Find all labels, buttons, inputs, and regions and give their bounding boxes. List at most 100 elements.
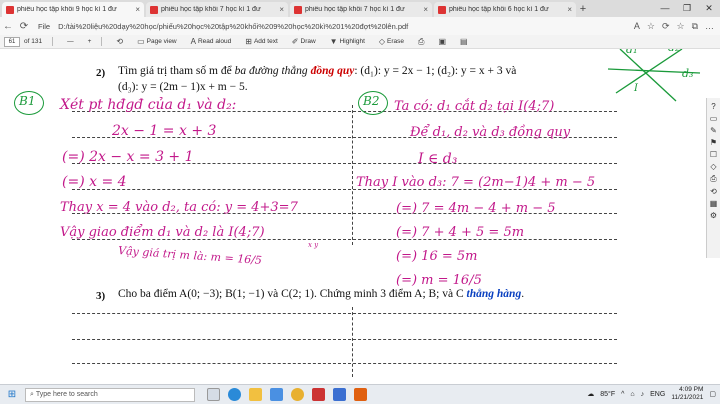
system-tray: ☁ 85°F ^ ⌂ ♪ ENG 4:09 PM 11/21/2021 ▢ <box>587 386 716 402</box>
close-window-button[interactable]: ✕ <box>698 0 720 17</box>
search-placeholder: Type here to search <box>35 391 98 398</box>
question-number: 2) <box>96 67 106 79</box>
handwritten-line: (=) 2x − x = 3 + 1 <box>62 149 194 165</box>
question-2-line-2: (d₃): y = (2m − 1)x + m − 5. <box>118 81 248 93</box>
close-tab-icon[interactable]: × <box>567 5 572 14</box>
powerpoint-icon[interactable] <box>354 388 367 401</box>
handwritten-label: B2 <box>363 94 380 108</box>
sync-icon[interactable]: ⟳ <box>662 21 670 32</box>
print-icon[interactable]: ⎙ <box>710 174 716 184</box>
clock[interactable]: 4:09 PM 11/21/2021 <box>671 386 703 402</box>
read-mode-icon[interactable]: A <box>634 21 640 32</box>
draw-button[interactable]: ✐ Draw <box>292 37 316 46</box>
pdf-icon <box>6 5 14 14</box>
taskbar: ⊞ ⌕ Type here to search ☁ 85°F ^ ⌂ ♪ ENG… <box>0 384 720 404</box>
favorites-icon[interactable]: ☆ <box>676 21 684 32</box>
file-explorer-icon[interactable] <box>249 388 262 401</box>
browser-tab[interactable]: phiếu học tập khối 9 học kì 1 đư × <box>2 2 144 17</box>
new-tab-button[interactable]: + <box>576 2 590 17</box>
page-icon[interactable]: ▭ <box>710 114 718 123</box>
eraser-icon[interactable]: ◇ <box>710 162 716 171</box>
tab-title: phiếu học tập khối 6 học kì 1 đư <box>449 6 549 13</box>
answer-line <box>72 363 617 364</box>
handwritten-line: Xét pt hđgđ của d₁ và d₂: <box>60 97 237 113</box>
handwritten-line: I ∈ d₃ <box>418 151 458 167</box>
chrome-icon[interactable] <box>291 388 304 401</box>
handwritten-line: Để d₁, d₂ và d₃ đồng quy <box>410 125 571 140</box>
collections-icon[interactable]: ⧉ <box>692 21 698 32</box>
close-tab-icon[interactable]: × <box>279 5 284 14</box>
flag-icon[interactable]: ⚑ <box>710 138 717 147</box>
browser-tab-strip: phiếu học tập khối 9 học kì 1 đư × phiếu … <box>0 0 720 17</box>
word-icon[interactable] <box>333 388 346 401</box>
pen-icon[interactable]: ✎ <box>710 126 717 135</box>
column-divider <box>352 105 353 245</box>
close-tab-icon[interactable]: × <box>135 5 140 14</box>
zoom-out-button[interactable]: — <box>67 38 74 45</box>
handwritten-line: Vậy giao điểm d₁ và d₂ là I(4;7) <box>60 225 265 240</box>
handwritten-line: Ta có: d₁ cắt d₂ tại I(4;7) <box>394 99 555 114</box>
page-number-input[interactable]: 61 <box>4 36 20 47</box>
concurrent-lines-sketch <box>607 49 701 102</box>
save-as-icon[interactable]: ▤ <box>460 37 468 46</box>
handwritten-line: Thay I vào d₃: 7 = (2m−1)4 + m − 5 <box>356 175 596 190</box>
edge-icon[interactable] <box>228 388 241 401</box>
box-icon[interactable]: ☐ <box>710 150 717 159</box>
notification-icon[interactable]: ▢ <box>709 390 716 398</box>
pdf-app-icon[interactable] <box>312 388 325 401</box>
windows-start-icon[interactable]: ⊞ <box>3 386 21 404</box>
favorite-icon[interactable]: ☆ <box>647 21 655 32</box>
settings-icon[interactable]: ⚙ <box>710 211 717 220</box>
highlight-button[interactable]: ▼ Highlight <box>330 37 365 46</box>
page-view-label: Page view <box>146 38 177 45</box>
language-indicator[interactable]: ENG <box>650 391 665 398</box>
back-icon[interactable]: ← <box>0 21 16 32</box>
page-view-button[interactable]: ▭ Page view <box>137 37 177 46</box>
question-number: 3) <box>96 290 106 302</box>
column-divider <box>352 307 353 377</box>
erase-button[interactable]: ◇ Erase <box>379 37 404 46</box>
zoom-in-button[interactable]: + <box>88 38 92 45</box>
weather-icon[interactable]: ☁ <box>587 390 594 398</box>
read-aloud-button[interactable]: A Read aloud <box>191 37 232 46</box>
add-text-label: Add text <box>253 38 278 45</box>
eraser-icon: ◇ <box>378 37 386 46</box>
more-icon[interactable]: … <box>705 21 714 32</box>
handwritten-line: Thay x = 4 vào d₂, ta có: y = 4+3=7 <box>60 200 298 215</box>
pdf-icon <box>438 5 446 14</box>
close-tab-icon[interactable]: × <box>423 5 428 14</box>
tab-title: phiếu học tập khối 7 học kì 1 đư <box>305 6 405 13</box>
window-controls: — ❐ ✕ <box>654 0 720 17</box>
tab-title: phiếu học tập khối 9 học kì 1 đư <box>17 6 117 13</box>
handwritten-line: (=) 16 = 5m <box>396 249 478 264</box>
maximize-button[interactable]: ❐ <box>676 0 698 17</box>
help-icon[interactable]: ? <box>711 102 715 111</box>
draw-label: Draw <box>300 38 316 45</box>
url-input[interactable]: D:/tài%20liệu%20dạy%20học/phiếu%20học%20… <box>58 22 528 31</box>
save-icon[interactable]: ▣ <box>438 37 446 46</box>
weather-temp: 85°F <box>600 390 616 398</box>
undo-icon[interactable]: ⟲ <box>710 187 717 196</box>
browser-tab[interactable]: phiếu học tập khối 7 học kì 1 đư × <box>290 2 432 17</box>
handwritten-label: d₁ <box>626 49 638 56</box>
handwritten-line: (=) 7 = 4m − 4 + m − 5 <box>396 201 556 216</box>
add-text-icon: ⊞ <box>245 37 252 46</box>
emphasis-text: đồng quy <box>310 65 355 77</box>
rotate-icon[interactable]: ⟲ <box>116 37 123 46</box>
taskbar-search[interactable]: ⌕ Type here to search <box>25 387 195 402</box>
tray-chevron-icon[interactable]: ^ <box>621 391 624 398</box>
browser-tab[interactable]: phiếu học tập khối 7 học kì 1 đư × <box>146 2 288 17</box>
highlight-icon: ▼ <box>329 37 338 46</box>
print-icon[interactable]: ⎙ <box>418 37 424 47</box>
network-icon[interactable]: ⌂ <box>630 391 634 398</box>
question-3-text: Cho ba điểm A(0; −3); B(1; −1) và C(2; 1… <box>118 288 524 300</box>
task-view-icon[interactable] <box>207 388 220 401</box>
browser-tab[interactable]: phiếu học tập khối 6 học kì 1 đư × <box>434 2 576 17</box>
store-icon[interactable] <box>270 388 283 401</box>
page-view-icon: ▭ <box>137 37 145 46</box>
refresh-icon[interactable]: ⟳ <box>16 21 32 32</box>
grid-icon[interactable]: ▦ <box>710 199 718 208</box>
minimize-button[interactable]: — <box>654 0 676 17</box>
add-text-button[interactable]: ⊞ Add text <box>245 37 278 46</box>
volume-icon[interactable]: ♪ <box>641 391 645 398</box>
